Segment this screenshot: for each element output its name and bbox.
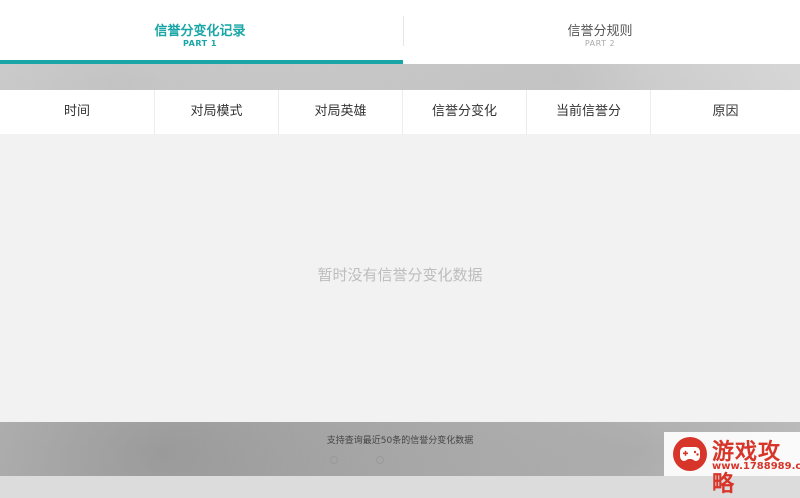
column-header-credit-change: 信誉分变化 (403, 90, 527, 134)
tab-title: 信誉分规则 (567, 24, 633, 39)
page-indicator (330, 456, 384, 464)
tab-credit-rules[interactable]: 信誉分规则 PART 2 (400, 0, 800, 64)
column-header-match-mode: 对局模式 (155, 90, 279, 134)
column-header-current-credit: 当前信誉分 (527, 90, 651, 134)
watermark-url: www.1788989.com (712, 461, 800, 472)
column-header-time: 时间 (0, 90, 155, 134)
column-header-reason: 原因 (712, 104, 739, 119)
tab-subtitle: PART 1 (183, 39, 217, 48)
watermark: 游戏攻略 www.1788989.com (664, 432, 800, 497)
column-header-hero: 对局英雄 (279, 90, 403, 134)
tab-credit-change-record[interactable]: 信誉分变化记录 PART 1 (0, 0, 403, 64)
game-controller-icon (673, 437, 707, 471)
tab-bar: 信誉分变化记录 PART 1 信誉分规则 PART 2 (0, 0, 800, 64)
table-header: 时间 对局模式 对局英雄 信誉分变化 当前信誉分 原因 (0, 90, 800, 134)
active-tab-indicator (0, 60, 403, 64)
table-body: 暂时没有信誉分变化数据 (0, 134, 800, 422)
page-dot[interactable] (376, 456, 384, 464)
tab-title: 信誉分变化记录 (154, 24, 246, 39)
tab-subtitle: PART 2 (584, 39, 616, 48)
empty-state-message: 暂时没有信誉分变化数据 (317, 266, 483, 284)
page-dot[interactable] (330, 456, 338, 464)
